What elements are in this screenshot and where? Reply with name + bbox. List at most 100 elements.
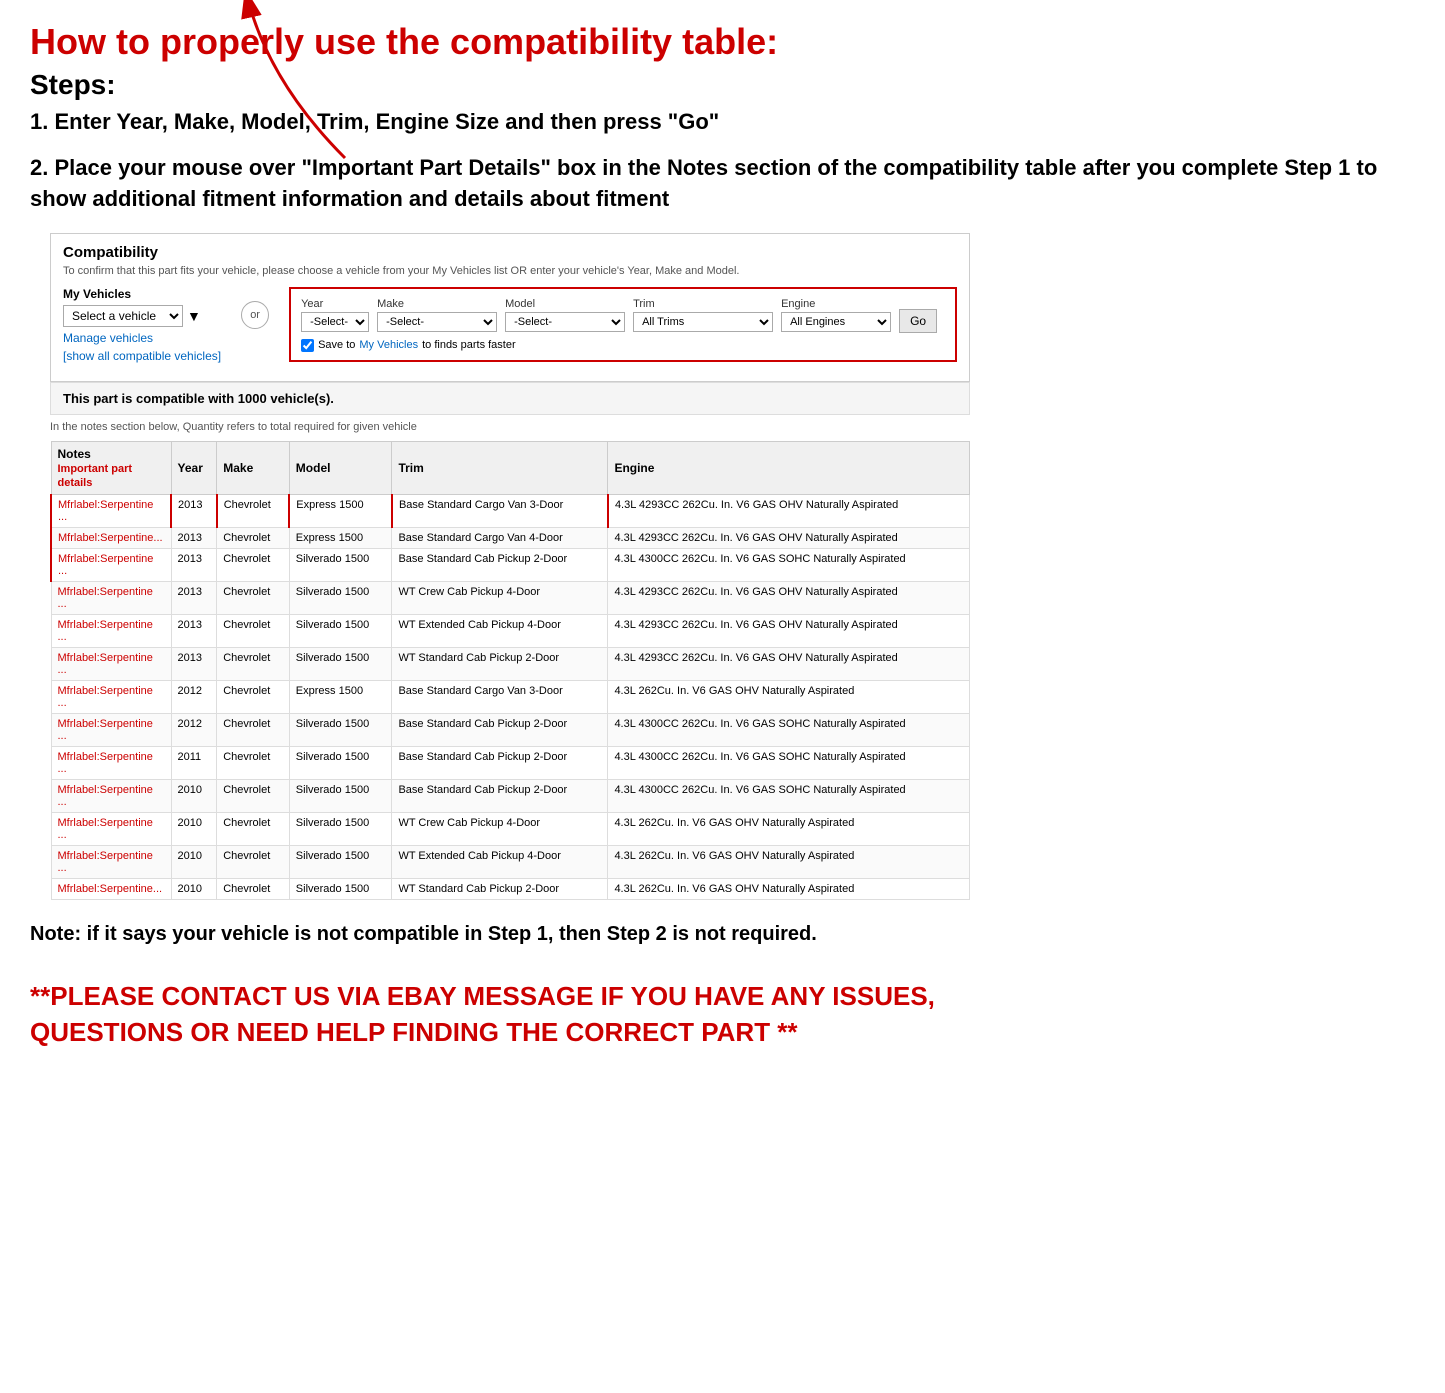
cell-notes: Mfrlabel:Serpentine ...	[51, 746, 171, 779]
cell-model: Express 1500	[289, 680, 392, 713]
cell-notes: Mfrlabel:Serpentine ...	[51, 680, 171, 713]
table-row: Mfrlabel:Serpentine ... 2013 Chevrolet S…	[51, 647, 970, 680]
cell-year: 2013	[171, 647, 217, 680]
select-vehicle-dropdown[interactable]: Select a vehicle	[63, 305, 183, 327]
ymm-section: Year -Select- Make -Select- Model -Selec…	[289, 287, 957, 362]
model-select[interactable]: -Select-	[505, 312, 625, 332]
cell-model: Silverado 1500	[289, 779, 392, 812]
cell-year: 2010	[171, 878, 217, 899]
save-checkbox-row: Save to My Vehicles to finds parts faste…	[301, 339, 945, 352]
cell-notes: Mfrlabel:Serpentine ...	[51, 812, 171, 845]
year-label: Year	[301, 298, 369, 310]
compat-subtitle: To confirm that this part fits your vehi…	[63, 265, 957, 277]
cell-engine: 4.3L 4293CC 262Cu. In. V6 GAS OHV Natura…	[608, 527, 970, 548]
cell-year: 2013	[171, 548, 217, 581]
cell-year: 2011	[171, 746, 217, 779]
th-make: Make	[217, 441, 290, 494]
cell-notes: Mfrlabel:Serpentine...	[51, 878, 171, 899]
cell-model: Express 1500	[289, 527, 392, 548]
my-vehicles-label: My Vehicles	[63, 287, 221, 301]
cell-notes: Mfrlabel:Serpentine ...	[51, 779, 171, 812]
cell-make: Chevrolet	[217, 878, 290, 899]
cell-make: Chevrolet	[217, 527, 290, 548]
th-trim: Trim	[392, 441, 608, 494]
cell-engine: 4.3L 4300CC 262Cu. In. V6 GAS SOHC Natur…	[608, 779, 970, 812]
trim-select[interactable]: All Trims	[633, 312, 773, 332]
cell-trim: Base Standard Cargo Van 4-Door	[392, 527, 608, 548]
th-notes: Notes Important part details	[51, 441, 171, 494]
cell-make: Chevrolet	[217, 812, 290, 845]
make-label: Make	[377, 298, 497, 310]
cell-notes: Mfrlabel:Serpentine ...	[51, 713, 171, 746]
cell-engine: 4.3L 4293CC 262Cu. In. V6 GAS OHV Natura…	[608, 647, 970, 680]
cell-make: Chevrolet	[217, 614, 290, 647]
model-label: Model	[505, 298, 625, 310]
table-row: Mfrlabel:Serpentine ... 2013 Chevrolet E…	[51, 494, 970, 527]
engine-field: Engine All Engines	[781, 298, 891, 332]
table-row: Mfrlabel:Serpentine ... 2012 Chevrolet S…	[51, 713, 970, 746]
th-engine: Engine	[608, 441, 970, 494]
trim-label: Trim	[633, 298, 773, 310]
cell-engine: 4.3L 262Cu. In. V6 GAS OHV Naturally Asp…	[608, 812, 970, 845]
cell-make: Chevrolet	[217, 494, 290, 527]
compat-table-wrapper: Notes Important part details Year Make M…	[50, 441, 970, 900]
my-vehicles-link[interactable]: My Vehicles	[359, 339, 418, 351]
cell-model: Silverado 1500	[289, 845, 392, 878]
cell-notes: Mfrlabel:Serpentine ...	[51, 494, 171, 527]
cell-make: Chevrolet	[217, 779, 290, 812]
cell-model: Silverado 1500	[289, 548, 392, 581]
cell-year: 2013	[171, 581, 217, 614]
cell-model: Silverado 1500	[289, 647, 392, 680]
table-row: Mfrlabel:Serpentine ... 2013 Chevrolet S…	[51, 548, 970, 581]
year-field: Year -Select-	[301, 298, 369, 332]
cell-model: Silverado 1500	[289, 812, 392, 845]
table-row: Mfrlabel:Serpentine ... 2012 Chevrolet E…	[51, 680, 970, 713]
steps-heading: Steps:	[30, 69, 1415, 101]
cell-year: 2013	[171, 614, 217, 647]
th-model: Model	[289, 441, 392, 494]
table-row: Mfrlabel:Serpentine ... 2010 Chevrolet S…	[51, 812, 970, 845]
table-row: Mfrlabel:Serpentine ... 2013 Chevrolet S…	[51, 581, 970, 614]
th-notes-sub: Important part details	[58, 463, 133, 489]
save-rest-text: to finds parts faster	[422, 339, 516, 351]
cell-model: Express 1500	[289, 494, 392, 527]
cell-trim: Base Standard Cab Pickup 2-Door	[392, 746, 608, 779]
model-field: Model -Select-	[505, 298, 625, 332]
trim-field: Trim All Trims	[633, 298, 773, 332]
or-circle: or	[241, 301, 269, 329]
go-button[interactable]: Go	[899, 309, 937, 333]
cell-engine: 4.3L 262Cu. In. V6 GAS OHV Naturally Asp…	[608, 680, 970, 713]
manage-vehicles-link[interactable]: Manage vehicles	[63, 331, 221, 345]
contact-section: **PLEASE CONTACT US VIA EBAY MESSAGE IF …	[30, 978, 1030, 1051]
cell-notes: Mfrlabel:Serpentine ...	[51, 581, 171, 614]
table-header-row: Notes Important part details Year Make M…	[51, 441, 970, 494]
show-all-link[interactable]: [show all compatible vehicles]	[63, 349, 221, 363]
th-notes-label: Notes	[58, 447, 91, 461]
save-checkbox[interactable]	[301, 339, 314, 352]
cell-trim: WT Extended Cab Pickup 4-Door	[392, 614, 608, 647]
cell-notes: Mfrlabel:Serpentine ...	[51, 845, 171, 878]
engine-label: Engine	[781, 298, 891, 310]
cell-make: Chevrolet	[217, 680, 290, 713]
cell-trim: WT Standard Cab Pickup 2-Door	[392, 647, 608, 680]
table-row: Mfrlabel:Serpentine... 2013 Chevrolet Ex…	[51, 527, 970, 548]
cell-trim: WT Standard Cab Pickup 2-Door	[392, 878, 608, 899]
cell-engine: 4.3L 262Cu. In. V6 GAS OHV Naturally Asp…	[608, 845, 970, 878]
cell-year: 2010	[171, 845, 217, 878]
table-row: Mfrlabel:Serpentine ... 2011 Chevrolet S…	[51, 746, 970, 779]
contact-text: **PLEASE CONTACT US VIA EBAY MESSAGE IF …	[30, 978, 1030, 1051]
cell-engine: 4.3L 4293CC 262Cu. In. V6 GAS OHV Natura…	[608, 494, 970, 527]
quantity-note: In the notes section below, Quantity ref…	[50, 421, 970, 433]
year-select[interactable]: -Select-	[301, 312, 369, 332]
engine-select[interactable]: All Engines	[781, 312, 891, 332]
cell-trim: WT Extended Cab Pickup 4-Door	[392, 845, 608, 878]
cell-notes: Mfrlabel:Serpentine ...	[51, 548, 171, 581]
cell-engine: 4.3L 262Cu. In. V6 GAS OHV Naturally Asp…	[608, 878, 970, 899]
cell-year: 2012	[171, 680, 217, 713]
cell-trim: WT Crew Cab Pickup 4-Door	[392, 812, 608, 845]
th-year: Year	[171, 441, 217, 494]
make-field: Make -Select-	[377, 298, 497, 332]
cell-notes: Mfrlabel:Serpentine ...	[51, 647, 171, 680]
compat-count-bar: This part is compatible with 1000 vehicl…	[50, 382, 970, 415]
make-select[interactable]: -Select-	[377, 312, 497, 332]
